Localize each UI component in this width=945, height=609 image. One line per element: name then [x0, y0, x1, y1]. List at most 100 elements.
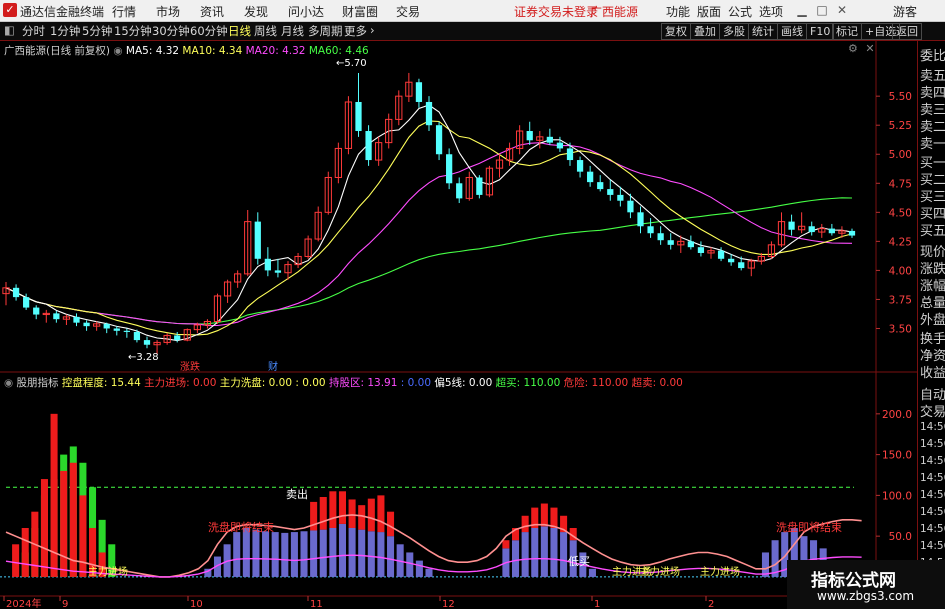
btn-fuquan[interactable]: 复权 — [661, 23, 691, 40]
indicator-bars — [12, 413, 846, 577]
ind-tick-label: 150.0 — [882, 450, 912, 462]
ind-bar-red — [40, 479, 48, 577]
candle-body-down — [576, 160, 584, 172]
chart-area[interactable]: 3.50 3.75 4.00 4.25 4.50 4.75 5.00 5.25 5.50 50.… — [0, 41, 917, 609]
candle-body-down — [657, 233, 664, 241]
time-tick: 14:56 — [920, 421, 945, 433]
ind-bar-red — [79, 495, 87, 577]
marker-zhangdie[interactable]: 涨跌 — [180, 360, 200, 373]
guest-label[interactable]: 游客 — [893, 3, 917, 20]
indicator-name[interactable]: 股朋指标 — [17, 377, 59, 389]
menu-faxian[interactable]: 发现 — [244, 3, 268, 20]
auto-trade-label-2[interactable]: 交易 — [920, 401, 945, 420]
close-panel-icon[interactable]: ✕ — [865, 42, 874, 55]
candle-body-down — [23, 297, 30, 308]
marker-cai[interactable]: 财 — [268, 360, 278, 373]
time-tick-label: 9 — [62, 599, 68, 609]
indicator-header: ◉ 股朋指标 控盘程度: 15.44 主力进场: 0.00 主力洗盘: 0.00… — [4, 377, 683, 389]
candle-body-down — [687, 241, 694, 248]
candle-body-down — [587, 171, 594, 183]
settings-gear-icon[interactable]: ⚙ — [848, 42, 858, 55]
time-tick-label: 11 — [310, 599, 323, 609]
tab-weekly[interactable]: 周线 — [254, 23, 277, 39]
ma5-line — [5, 104, 853, 342]
menu-hangqing[interactable]: 行情 — [112, 3, 136, 20]
more-chevron-icon[interactable]: › — [370, 23, 375, 37]
time-tick: 14:56 — [920, 540, 945, 552]
menu-banmian[interactable]: 版面 — [697, 3, 721, 20]
tab-15min[interactable]: 15分钟 — [114, 23, 152, 39]
btn-huaxian[interactable]: 画线 — [777, 23, 807, 40]
menu-jiaoyi[interactable]: 交易 — [396, 3, 420, 20]
menu-xuanxiang[interactable]: 选项 — [759, 3, 783, 20]
close-icon[interactable]: ✕ — [834, 1, 850, 19]
ind-bar-blue — [262, 531, 270, 577]
candle-body-down — [83, 322, 90, 327]
tab-1min[interactable]: 1分钟 — [50, 23, 80, 39]
tab-30min[interactable]: 30分钟 — [152, 23, 190, 39]
maximize-icon[interactable]: □ — [814, 1, 830, 19]
app-title: 通达信金融终端 — [20, 5, 105, 19]
btn-duogu[interactable]: 多股 — [719, 23, 749, 40]
menu-gongshi[interactable]: 公式 — [728, 3, 752, 20]
minimize-icon[interactable]: ▁ — [794, 1, 810, 19]
candle-body-down — [123, 330, 130, 332]
candle-body-down — [264, 258, 271, 271]
title-bar: ✓ 通达信金融终端 行情 市场 资讯 发现 问小达 财富圈 交易 证券交易未登录… — [0, 0, 945, 22]
btn-tongji[interactable]: 统计 — [748, 23, 778, 40]
price-tick-label: 4.00 — [889, 265, 912, 277]
tab-5min[interactable]: 5分钟 — [82, 23, 112, 39]
candle-body-down — [73, 316, 80, 323]
trade-login-alert[interactable]: 证券交易未登录 — [514, 3, 598, 20]
tab-monthly[interactable]: 月线 — [281, 23, 304, 39]
candle-body-down — [546, 136, 553, 143]
ind-bar-blue — [521, 532, 529, 577]
ind-bar-upper-red — [550, 507, 558, 528]
menu-wenxiaoda[interactable]: 问小达 — [288, 3, 324, 20]
time-tick: 14:56 — [920, 438, 945, 450]
candle-body-down — [12, 287, 20, 298]
btn-back[interactable]: 返回 — [892, 23, 922, 40]
candle-body-down — [446, 154, 453, 184]
time-tick-label: 2 — [708, 599, 714, 609]
ind-bar-upper-red — [521, 515, 529, 533]
ind-tick-label: 100.0 — [882, 490, 912, 502]
stock-info-label[interactable]: 广西能源(日线 前复权) — [4, 45, 110, 57]
ma5-value: MA5: 4.32 — [125, 45, 180, 57]
candle-body-down — [597, 182, 604, 190]
tab-60min[interactable]: 60分钟 — [190, 23, 228, 39]
label-sell1: 卖一 — [920, 137, 945, 152]
time-tick-label: 1 — [594, 599, 600, 609]
ind-bar-blue — [358, 529, 366, 577]
ind-kongpan: 控盘程度: 15.44 — [61, 377, 141, 389]
time-axis: 2024年 9 10 11 12 1 2 — [3, 596, 714, 609]
tab-daily[interactable]: 日线 — [228, 23, 251, 39]
panel-toggle-icon[interactable]: ◧ — [4, 23, 15, 37]
ind-bar-blue — [252, 529, 260, 577]
candle-body-down — [607, 189, 614, 195]
tab-more[interactable]: 更多 — [344, 23, 367, 39]
ind-zhuli-xipan: 主力洗盘: 0.00 — [219, 377, 293, 389]
tab-multi-period[interactable]: 多周期 — [308, 23, 343, 39]
menu-caifuquan[interactable]: 财富圈 — [342, 3, 378, 20]
candle-body-down — [365, 131, 372, 161]
candle-body-down — [254, 221, 261, 259]
ind-bar-upper-red — [358, 505, 366, 530]
ind-chaomai: 超买: 110.00 — [495, 377, 561, 389]
tab-fenshi[interactable]: 分时 — [22, 23, 45, 39]
ind-weixian: 危险: 110.00 — [563, 377, 629, 389]
ind-bar-upper-red — [319, 497, 327, 530]
btn-diejia[interactable]: 叠加 — [690, 23, 720, 40]
menu-shichang[interactable]: 市场 — [156, 3, 180, 20]
label-buy5: 买五 — [920, 224, 945, 239]
ind-bar-blue — [588, 568, 596, 577]
btn-biaoji[interactable]: 标记 — [832, 23, 862, 40]
ind-chigu: 持股区: 13.91 — [328, 377, 398, 389]
time-tick-label: 10 — [190, 599, 203, 609]
candle-body-down — [174, 335, 181, 341]
btn-f10[interactable]: F10 — [806, 23, 835, 40]
ind-bar-blue — [550, 527, 558, 577]
menu-gongneng[interactable]: 功能 — [666, 3, 690, 20]
app-logo-icon: ✓ — [3, 3, 17, 17]
menu-zixun[interactable]: 资讯 — [200, 3, 224, 20]
